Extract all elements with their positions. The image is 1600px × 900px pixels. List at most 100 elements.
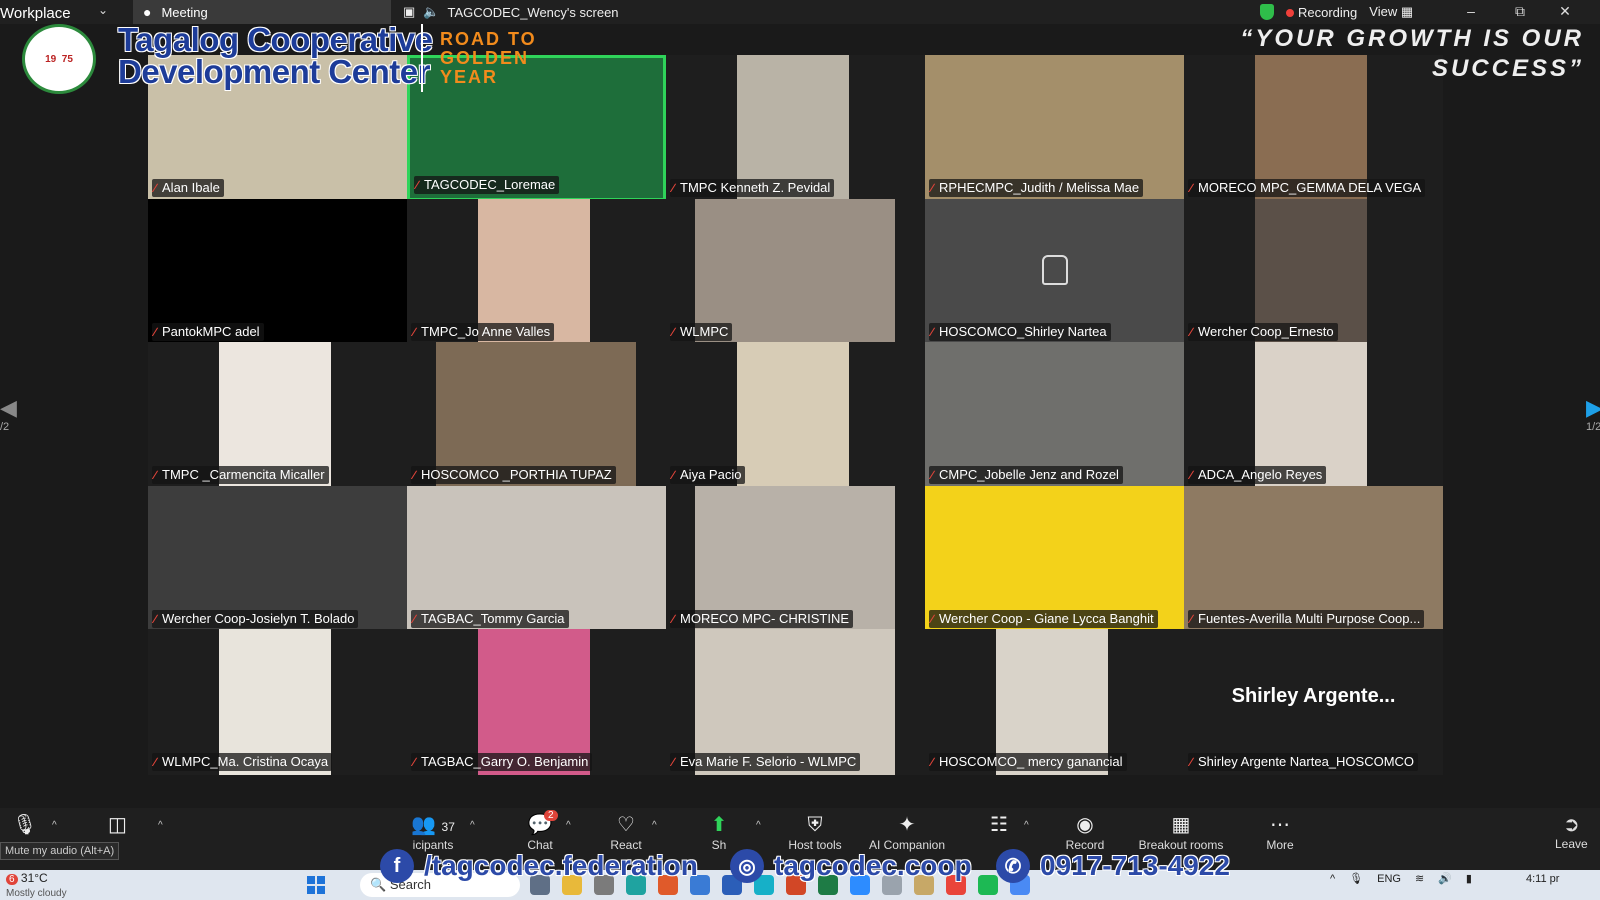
participant-name-label: ∕ RPHECMPC_Judith / Melissa Mae xyxy=(929,179,1144,197)
ai-companion-button[interactable]: ✦ AI Companion xyxy=(864,812,950,852)
prev-page-button[interactable]: ◀ /2 xyxy=(0,395,17,455)
spotify-icon[interactable] xyxy=(978,875,998,895)
mic-muted-icon: ∕ xyxy=(931,611,934,626)
chat-caret[interactable]: ^ xyxy=(566,820,571,831)
participants-button[interactable]: 👥 37 icipants xyxy=(408,812,458,852)
mic-muted-icon: ∕ xyxy=(1190,755,1193,769)
participant-tile[interactable]: ∕ TMPC _Carmencita Micaller xyxy=(148,342,407,488)
chat-badge: 2 xyxy=(544,810,558,821)
participant-display-name: Shirley Argente... xyxy=(1231,685,1396,707)
participant-tile[interactable]: ∕ TAGBAC_Tommy Garcia xyxy=(407,485,666,632)
facebook-handle: f /tagcodec.federation xyxy=(380,848,698,884)
participant-name: PantokMPC adel xyxy=(162,323,260,339)
react-caret[interactable]: ^ xyxy=(652,820,657,831)
participant-name: MORECO MPC- CHRISTINE xyxy=(680,610,850,626)
road-to-golden-year: ROAD TO GOLDEN YEAR xyxy=(440,30,537,87)
language-indicator[interactable]: ENG xyxy=(1377,873,1401,885)
mute-button[interactable]: 🎙 xyxy=(12,812,37,838)
participant-tile[interactable]: ∕ HOSCOMCO_Shirley Nartea xyxy=(925,198,1184,345)
participant-tile[interactable]: ∕ Wercher Coop-Josielyn T. Bolado xyxy=(148,485,407,632)
weather-widget[interactable]: 6 31°C Mostly cloudy xyxy=(6,872,67,900)
mic-muted-icon: ∕ xyxy=(416,178,419,192)
participants-caret[interactable]: ^ xyxy=(470,820,475,831)
recording-indicator[interactable]: Recording xyxy=(1286,5,1357,20)
host-tools-button[interactable]: ⛨ Host tools xyxy=(784,812,846,852)
participant-tile[interactable]: Shirley Argente... ∕ Shirley Argente Narte… xyxy=(1184,629,1443,775)
participant-name: Shirley Argente Nartea_HOSCOMCO xyxy=(1198,754,1415,769)
chevron-up-icon[interactable]: ^ xyxy=(1330,873,1335,885)
apps-caret[interactable]: ^ xyxy=(1024,820,1029,831)
next-page-button[interactable]: ▶ 1/2 xyxy=(1586,395,1600,455)
video-grid: ∕ Alan Ibale ∕ TAGCODEC_Loremae ∕ TMPC Kennet… xyxy=(148,55,1446,786)
shield-icon: ⛨ xyxy=(807,814,823,836)
phone-icon: ✆ xyxy=(996,849,1030,883)
chat-button[interactable]: 💬 2 Chat xyxy=(520,810,560,852)
share-caret[interactable]: ^ xyxy=(756,820,761,831)
participant-name-label: ∕ Wercher Coop-Josielyn T. Bolado xyxy=(152,609,359,628)
more-label: More xyxy=(1266,838,1294,852)
mic-muted-icon: ∕ xyxy=(672,181,675,195)
participant-tile[interactable]: ∕ PantokMPC adel xyxy=(148,198,407,345)
sparkle-icon: ✦ xyxy=(898,814,916,836)
participant-tile[interactable]: ∕ ADCA_Angelo Reyes xyxy=(1184,342,1443,488)
mic-muted-icon: ∕ xyxy=(413,755,416,769)
breakout-rooms-button[interactable]: ▦ Breakout rooms xyxy=(1134,812,1228,852)
windows-start-icon[interactable] xyxy=(307,876,325,894)
participant-tile[interactable]: ∕ RPHECMPC_Judith / Melissa Mae xyxy=(925,55,1184,201)
audio-options-caret[interactable]: ^ xyxy=(52,820,57,831)
screen-share-icon: ▣ xyxy=(403,4,416,19)
leave-button[interactable]: ➲ Leave xyxy=(1555,812,1588,851)
participant-name-label: ∕ Wercher Coop - Giane Lycca Banghit xyxy=(929,609,1158,628)
minimize-icon[interactable]: – xyxy=(1456,0,1486,24)
participant-name-label: ∕ MORECO MPC_GEMMA DELA VEGA xyxy=(1188,179,1426,197)
participant-tile[interactable]: ∕ Wercher Coop_Ernesto xyxy=(1184,198,1443,345)
participant-tile[interactable]: ∕ MORECO MPC- CHRISTINE xyxy=(666,485,925,632)
battery-icon[interactable]: ▮ xyxy=(1466,872,1472,885)
share-button[interactable]: ⬆ Sh xyxy=(702,812,736,852)
participant-tile[interactable]: ∕ Aiya Pacio xyxy=(666,342,925,488)
participant-tile[interactable]: ∕ HOSCOMCO_ mercy ganancial xyxy=(925,629,1184,775)
participant-tile[interactable]: ∕ WLMPC_Ma. Cristina Ocaya xyxy=(148,629,407,775)
volume-icon[interactable]: 🔊 xyxy=(1438,872,1452,885)
apps-button[interactable]: ☷ xyxy=(984,812,1014,838)
participant-tile[interactable]: ∕ Fuentes-Averilla Multi Purpose Coop... xyxy=(1184,485,1443,632)
leave-icon: ➲ xyxy=(1562,814,1580,836)
close-icon[interactable]: ✕ xyxy=(1550,0,1580,24)
participant-tile[interactable]: ∕ Eva Marie F. Selorio - WLMPC xyxy=(666,629,925,775)
participant-tile[interactable]: ∕ CMPC_Jobelle Jenz and Rozel xyxy=(925,342,1184,488)
participant-name: Wercher Coop_Ernesto xyxy=(1198,323,1334,339)
security-shield-icon[interactable] xyxy=(1260,4,1274,20)
org-name: Tagalog Cooperative Development Center xyxy=(118,23,433,88)
participant-tile[interactable]: ∕ TMPC_Jo Anne Valles xyxy=(407,198,666,345)
phone-text: 0917-713-4922 xyxy=(1040,850,1230,881)
mic-tray-icon[interactable]: 🎙 xyxy=(1349,872,1363,885)
video-button[interactable]: ◫ xyxy=(108,812,127,838)
chevron-left-icon: ◀ xyxy=(0,395,17,420)
participant-name: RPHECMPC_Judith / Melissa Mae xyxy=(939,180,1140,195)
participant-tile[interactable]: ∕ WLMPC xyxy=(666,198,925,345)
logo-year-right: 75 xyxy=(61,53,73,65)
participant-name: TMPC Kenneth Z. Pevidal xyxy=(680,180,831,195)
weather-badge: 6 xyxy=(6,874,18,885)
record-button[interactable]: ◉ Record xyxy=(1060,812,1110,852)
wifi-icon[interactable]: ≋ xyxy=(1415,872,1424,885)
view-button[interactable]: View ▦ xyxy=(1369,4,1413,20)
participant-name-label: ∕ Eva Marie F. Selorio - WLMPC xyxy=(670,753,861,771)
more-button[interactable]: ⋯ More xyxy=(1258,812,1302,852)
participant-name: TAGCODEC_Loremae xyxy=(424,177,556,192)
participant-tile[interactable]: ∕ Wercher Coop - Giane Lycca Banghit xyxy=(925,485,1184,632)
participant-tile[interactable]: ∕ TMPC Kenneth Z. Pevidal xyxy=(666,55,925,201)
participant-name: Eva Marie F. Selorio - WLMPC xyxy=(680,754,857,769)
divider xyxy=(421,24,423,92)
clock[interactable]: 4:11 pr xyxy=(1526,873,1559,885)
record-icon: ◉ xyxy=(1076,814,1094,836)
react-button[interactable]: ♡ React xyxy=(606,812,646,852)
chevron-down-icon[interactable]: ⌄ xyxy=(98,3,108,17)
mic-muted-icon: ∕ xyxy=(672,468,675,482)
video-options-caret[interactable]: ^ xyxy=(158,820,163,831)
participant-tile[interactable]: ∕ HOSCOMCO _PORTHIA TUPAZ xyxy=(407,342,666,488)
participant-tile[interactable]: ∕ TAGBAC_Garry O. Benjamin xyxy=(407,629,666,775)
restore-icon[interactable]: ⧉ xyxy=(1505,0,1535,24)
participant-name-label: ∕ TAGBAC_Garry O. Benjamin xyxy=(411,753,593,771)
participant-name-label: ∕ Alan Ibale xyxy=(152,179,224,197)
